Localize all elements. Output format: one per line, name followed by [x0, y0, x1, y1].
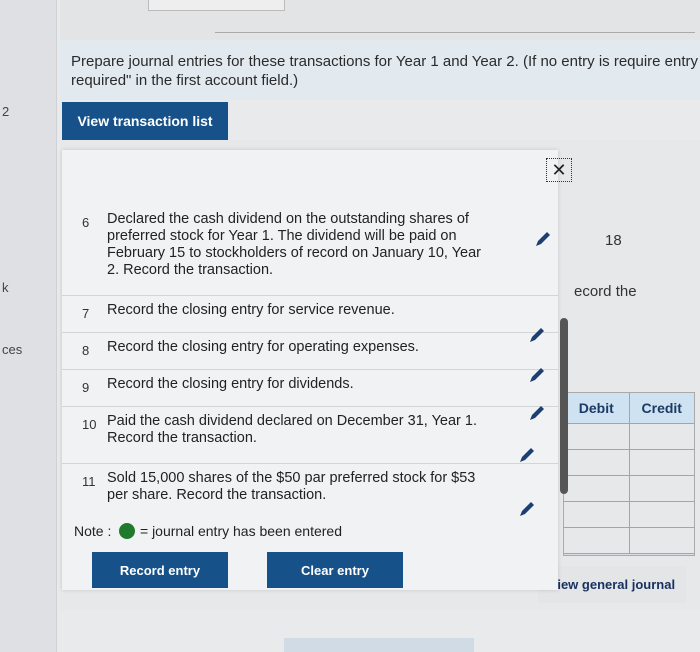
credit-cell[interactable]	[629, 450, 694, 475]
clear-entry-button[interactable]: Clear entry	[267, 552, 403, 588]
left-label-1: 2	[2, 104, 10, 119]
credit-cell[interactable]	[629, 476, 694, 501]
transaction-number: 7	[82, 306, 90, 321]
transaction-item: 7 Record the closing entry for service r…	[62, 296, 558, 333]
pencil-icon[interactable]	[534, 230, 552, 248]
transaction-item: 11 Sold 15,000 shares of the $50 par pre…	[62, 464, 558, 516]
debit-cell[interactable]	[564, 424, 630, 449]
transaction-text: Record the closing entry for service rev…	[107, 302, 395, 318]
bottom-partial-button	[284, 638, 474, 652]
instructions-box: Prepare journal entries for these transa…	[60, 40, 700, 100]
journal-row	[564, 450, 694, 476]
transaction-text: Sold 15,000 shares of the $50 par prefer…	[107, 470, 476, 503]
journal-row	[564, 476, 694, 502]
debit-cell[interactable]	[564, 528, 630, 553]
debit-cell[interactable]	[564, 450, 630, 475]
popup-scrollbar[interactable]	[560, 318, 568, 494]
transaction-item: 6 Declared the cash dividend on the outs…	[62, 205, 558, 296]
pencil-icon[interactable]	[528, 366, 546, 384]
left-side-strip: 2 k ces	[0, 0, 57, 652]
debit-header: Debit	[564, 393, 630, 423]
note-label: Note :	[74, 523, 112, 539]
credit-cell[interactable]	[629, 528, 694, 553]
credit-cell[interactable]	[629, 502, 694, 527]
background-record-text: ecord the	[574, 283, 637, 300]
transaction-text: Declared the cash dividend on the outsta…	[107, 211, 481, 278]
pencil-icon[interactable]	[518, 500, 536, 518]
legend-note: Note : = journal entry has been entered	[62, 519, 558, 543]
left-label-3: ces	[2, 342, 23, 357]
transaction-number: 10	[82, 417, 97, 432]
note-text: = journal entry has been entered	[140, 523, 342, 539]
transaction-text: Record the closing entry for dividends.	[107, 376, 354, 392]
transaction-number: 11	[82, 474, 96, 489]
header-tab	[148, 0, 285, 11]
journal-row	[564, 502, 694, 528]
journal-entry-table: Debit Credit	[563, 392, 695, 556]
transaction-item: 9 Record the closing entry for dividends…	[62, 370, 558, 407]
close-icon[interactable]: ✕	[546, 158, 572, 182]
left-label-2: k	[2, 280, 9, 295]
journal-row	[564, 528, 694, 554]
debit-cell[interactable]	[564, 502, 630, 527]
transaction-number: 9	[82, 380, 90, 395]
record-entry-button[interactable]: Record entry	[92, 552, 228, 588]
transaction-number: 6	[82, 215, 90, 230]
journal-row	[564, 424, 694, 450]
top-header	[60, 0, 700, 40]
view-transaction-list-button[interactable]: View transaction list	[62, 102, 228, 140]
header-divider	[215, 32, 695, 33]
entered-dot-icon	[119, 523, 135, 539]
pencil-icon[interactable]	[528, 404, 546, 422]
transaction-number: 8	[82, 343, 90, 358]
transaction-text: Record the closing entry for operating e…	[107, 339, 419, 355]
transaction-list: 6 Declared the cash dividend on the outs…	[62, 205, 558, 520]
transaction-item: 8 Record the closing entry for operating…	[62, 333, 558, 370]
transaction-item: 10 Paid the cash dividend declared on De…	[62, 407, 558, 464]
debit-cell[interactable]	[564, 476, 630, 501]
instructions-text: Prepare journal entries for these transa…	[71, 53, 699, 89]
credit-cell[interactable]	[629, 424, 694, 449]
transaction-text: Paid the cash dividend declared on Decem…	[107, 413, 477, 446]
pencil-icon[interactable]	[518, 446, 536, 464]
view-general-journal-button[interactable]: View general journal	[538, 566, 686, 603]
background-number: 18	[605, 232, 622, 249]
pencil-icon[interactable]	[528, 326, 546, 344]
credit-header: Credit	[641, 400, 682, 416]
